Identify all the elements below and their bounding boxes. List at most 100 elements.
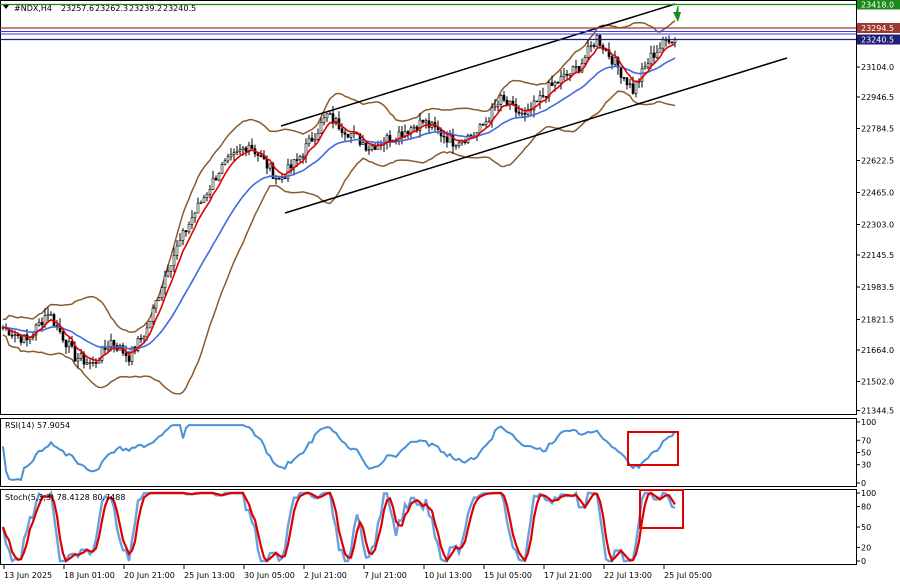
candle-body	[496, 103, 500, 107]
candle-body	[340, 128, 344, 133]
candle-body	[64, 340, 68, 348]
candle-body	[244, 147, 248, 152]
candle-body	[202, 197, 206, 203]
candle-body	[166, 271, 170, 277]
dropdown-triangle-icon[interactable]	[3, 5, 9, 9]
price-tick-label: 21344.5	[861, 407, 894, 416]
rsi-tick-label: 30	[861, 461, 871, 470]
time-tick-label: 20 Jun 21:00	[124, 571, 175, 580]
stoch-tick-label: 100	[861, 489, 876, 498]
price-tick-label: 22784.5	[861, 125, 894, 134]
candle-body	[631, 83, 635, 94]
time-tick-label: 15 Jul 05:00	[484, 571, 532, 580]
candle-body	[520, 112, 524, 115]
candle-body	[655, 51, 659, 58]
candle-body	[139, 338, 143, 340]
channel-upper-line	[280, 3, 676, 127]
candle-body	[178, 239, 182, 247]
candle-body	[556, 81, 560, 84]
candle-body	[226, 156, 230, 162]
ohlc-open: 23257.6	[61, 4, 94, 13]
stoch-tick-label: 0	[861, 557, 866, 566]
candle-body	[457, 142, 461, 146]
candle-body	[274, 177, 278, 180]
candle-body	[481, 124, 485, 126]
candle-body	[454, 144, 458, 147]
candle-body	[169, 265, 173, 272]
price-tick-label: 21664.0	[861, 346, 894, 355]
candle-body	[571, 66, 575, 75]
panel-frames	[0, 0, 857, 565]
candle-body	[562, 73, 566, 78]
candle-body	[628, 83, 632, 86]
candle-body	[172, 254, 176, 266]
candle-body	[85, 362, 89, 365]
candle-body	[40, 321, 44, 326]
candle-body	[265, 158, 269, 169]
candle-body	[322, 117, 326, 123]
candle-body	[550, 82, 554, 86]
ohlc-low: 23239.2	[129, 4, 162, 13]
candle-body	[88, 362, 92, 364]
candle-body	[610, 56, 614, 65]
candle-body	[598, 35, 602, 46]
candle-body	[211, 177, 215, 190]
candle-body	[649, 52, 653, 65]
candle-body	[277, 177, 281, 180]
candle-body	[148, 321, 152, 329]
rsi-tick-label: 70	[861, 436, 871, 445]
candle-body	[505, 99, 509, 106]
candle-body	[424, 120, 428, 123]
candle-body	[445, 136, 449, 143]
time-tick-label: 17 Jul 21:00	[544, 571, 592, 580]
time-tick-label: 18 Jun 01:00	[64, 571, 115, 580]
candle-body	[667, 39, 671, 43]
time-tick-label: 25 Jun 13:00	[184, 571, 235, 580]
candle-body	[349, 133, 353, 138]
price-tag-label: 23418.0	[861, 1, 894, 10]
candle-body	[112, 340, 116, 346]
price-tick-label: 21502.0	[861, 378, 894, 387]
candle-body	[568, 73, 572, 76]
candle-body	[256, 153, 260, 156]
rsi-tick-label: 100	[861, 418, 876, 427]
candle-body	[367, 149, 371, 151]
candle-body	[157, 297, 161, 301]
main-price-panel[interactable]	[0, 3, 856, 395]
candle-body	[658, 47, 662, 53]
rsi-axis: 100 70 50 30 0	[856, 418, 876, 488]
stochastic-panel[interactable]	[1, 490, 676, 563]
candle-body	[232, 152, 236, 155]
candle-body	[634, 81, 638, 94]
candle-body	[370, 145, 374, 150]
stoch-tick-label: 50	[861, 523, 871, 532]
candle-body	[76, 358, 80, 362]
stoch-title: Stoch(5,3,3) 78.4128 80.7488	[5, 493, 125, 502]
candle-body	[538, 95, 542, 102]
moving-averages	[2, 43, 676, 362]
candle-body	[145, 327, 149, 338]
candle-body	[250, 144, 254, 149]
candle-body	[412, 126, 416, 129]
time-tick-label: 10 Jul 13:00	[424, 571, 472, 580]
candle-body	[643, 66, 647, 70]
candle-body	[181, 230, 185, 241]
candle-body	[517, 111, 521, 114]
trading-chart[interactable]: 23418.0 23294.5 23240.5 23104.0 22946.5 22784…	[0, 0, 900, 586]
up-arrow-icon	[673, 6, 681, 22]
candle-body	[625, 77, 629, 86]
stoch-axis: 100 80 50 20 0	[856, 489, 876, 566]
candle-body	[46, 314, 50, 317]
candle-body	[223, 160, 227, 165]
candle-body	[622, 77, 626, 79]
time-tick-label: 30 Jun 05:00	[244, 571, 295, 580]
time-tick-label: 25 Jul 05:00	[664, 571, 712, 580]
candle-body	[160, 287, 164, 298]
candle-body	[298, 156, 302, 161]
candle-body	[67, 341, 71, 348]
candle-body	[208, 188, 212, 195]
bollinger-bands	[2, 20, 676, 395]
candle-body	[283, 177, 287, 180]
candle-body	[544, 96, 548, 98]
rsi-panel[interactable]	[2, 424, 676, 482]
